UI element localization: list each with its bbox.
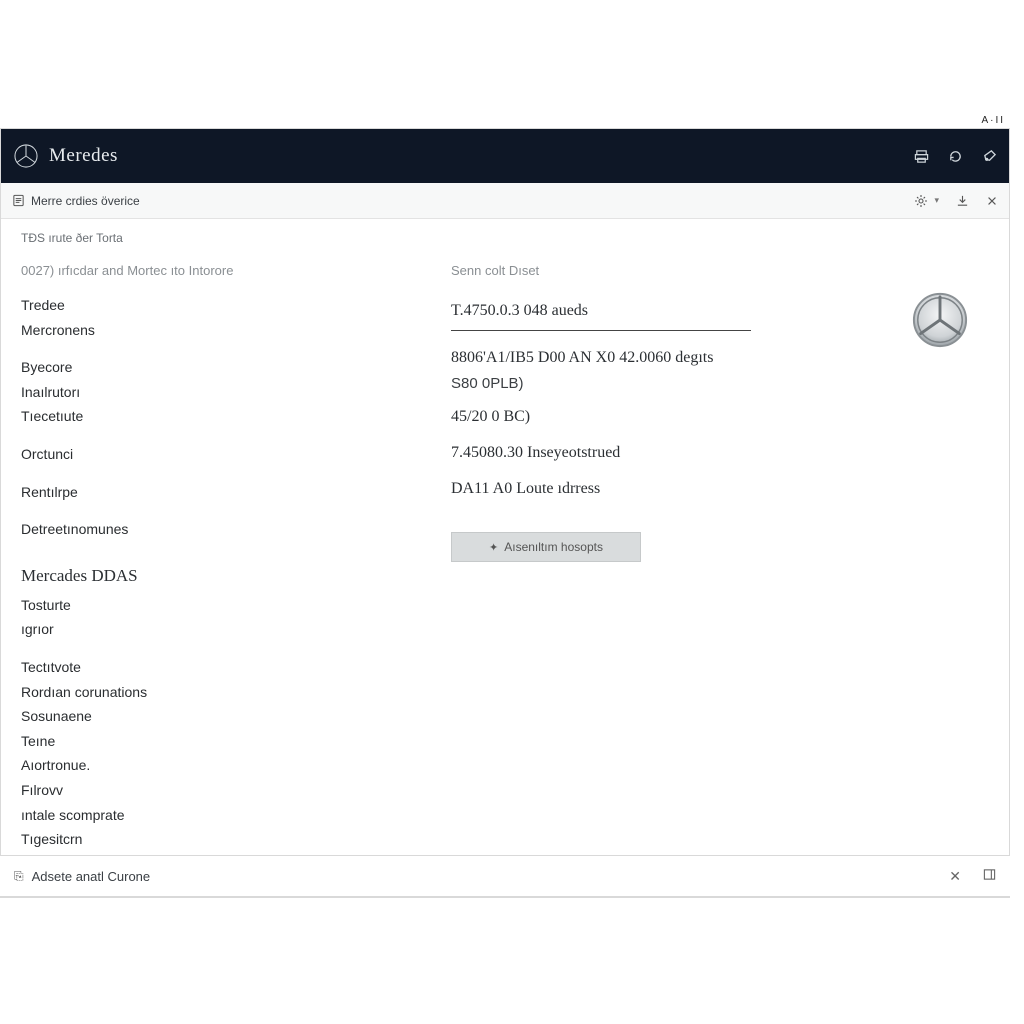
nav-item[interactable]: Tectıtvote [21, 658, 411, 678]
nav-item[interactable]: Tredee [21, 296, 411, 316]
footer-label[interactable]: Adsete anatl Curone [32, 869, 151, 884]
footer-panel-icon[interactable] [983, 868, 996, 885]
nav-item[interactable]: Detreetınomunes [21, 520, 411, 540]
columns: 0027) ırfıcdar and Mortec ıto Intorore T… [21, 263, 989, 897]
content-area: TÐS ırute ðer Torta 0027) ırfıcdar and M… [1, 219, 1009, 897]
subbar: Merre crdies överice ▾ [1, 183, 1009, 219]
plus-icon: ✦ [489, 541, 498, 554]
mercedes-logo-icon [911, 291, 969, 349]
detail-line: 45/20 0 BC) [451, 408, 989, 426]
printer-icon[interactable] [913, 148, 929, 164]
tool-icon[interactable] [981, 148, 997, 164]
tab-label: TÐS ırute ðer Torta [21, 231, 989, 245]
nav-item[interactable]: Tosturte [21, 596, 411, 616]
nav-item[interactable]: Mercronens [21, 321, 411, 341]
action-button-label: Aısenıltım hosopts [504, 540, 603, 554]
settings-icon[interactable] [914, 194, 928, 208]
breadcrumb[interactable]: Merre crdies överice [11, 194, 140, 208]
chevron-down-icon[interactable]: ▾ [934, 195, 939, 206]
detail-subline: S80 0PLB) [451, 375, 989, 392]
nav-item[interactable]: Aıortronue. [21, 756, 411, 776]
action-button[interactable]: ✦ Aısenıltım hosopts [451, 532, 641, 562]
nav-item[interactable]: Teıne [21, 732, 411, 752]
brand-logo-icon [13, 143, 39, 169]
nav-item[interactable]: Tıgesitcrn [21, 830, 411, 850]
document-icon [11, 194, 25, 208]
nav-group-b: Mercades DDAS Tosturte ıgrıor Tectıtvote… [21, 566, 411, 875]
nav-item[interactable]: Fılrovv [21, 781, 411, 801]
nav-group-title: Mercades DDAS [21, 566, 411, 586]
detail-line: DA11 A0 Loute ıdrress [451, 480, 989, 498]
window-corner-indicator: A·II [981, 115, 1005, 126]
detail-line: 8806'A1/IB5 D00 AN X0 42.0060 degıts [451, 349, 989, 367]
left-caption: 0027) ırfıcdar and Mortec ıto Intorore [21, 263, 411, 278]
nav-item[interactable]: Orctunci [21, 445, 411, 465]
titlebar-actions [913, 148, 997, 164]
refresh-icon[interactable] [947, 148, 963, 164]
subbar-actions: ▾ [914, 194, 999, 208]
nav-item[interactable]: ıgrıor [21, 620, 411, 640]
breadcrumb-label: Merre crdies överice [31, 194, 140, 208]
close-icon[interactable] [985, 194, 999, 208]
brand: Meredes [13, 143, 118, 169]
app-window: A·II Meredes [0, 128, 1010, 898]
download-icon[interactable] [955, 194, 969, 208]
footer-icon: ⎘ [14, 869, 24, 884]
left-column: 0027) ırfıcdar and Mortec ıto Intorore T… [21, 263, 411, 897]
nav-item[interactable]: Rentılrpe [21, 483, 411, 503]
detail-primary: T.4750.0.3 048 aueds [451, 302, 751, 331]
footer-actions: ✕ [949, 868, 996, 885]
detail-line: 7.45080.30 Inseyeotstrued [451, 444, 989, 462]
right-caption: Senn colt Dıset [451, 263, 989, 278]
nav-item[interactable]: Sosunaene [21, 707, 411, 727]
nav-item[interactable]: Rordıan corunations [21, 683, 411, 703]
nav-item[interactable]: ıntale scomprate [21, 806, 411, 826]
nav-item[interactable]: Tıecetıute [21, 407, 411, 427]
nav-item[interactable]: Byecore [21, 358, 411, 378]
right-column: Senn colt Dıset T.4750.0.3 048 aueds 880… [451, 263, 989, 897]
footer-close-icon[interactable]: ✕ [949, 868, 961, 885]
footer: ⎘ Adsete anatl Curone ✕ [0, 855, 1010, 897]
nav-group-a: Tredee Mercronens Byecore Inaılrutorı Tı… [21, 296, 411, 540]
nav-item[interactable]: Inaılrutorı [21, 383, 411, 403]
titlebar: Meredes [1, 129, 1009, 183]
brand-title: Meredes [49, 145, 118, 167]
